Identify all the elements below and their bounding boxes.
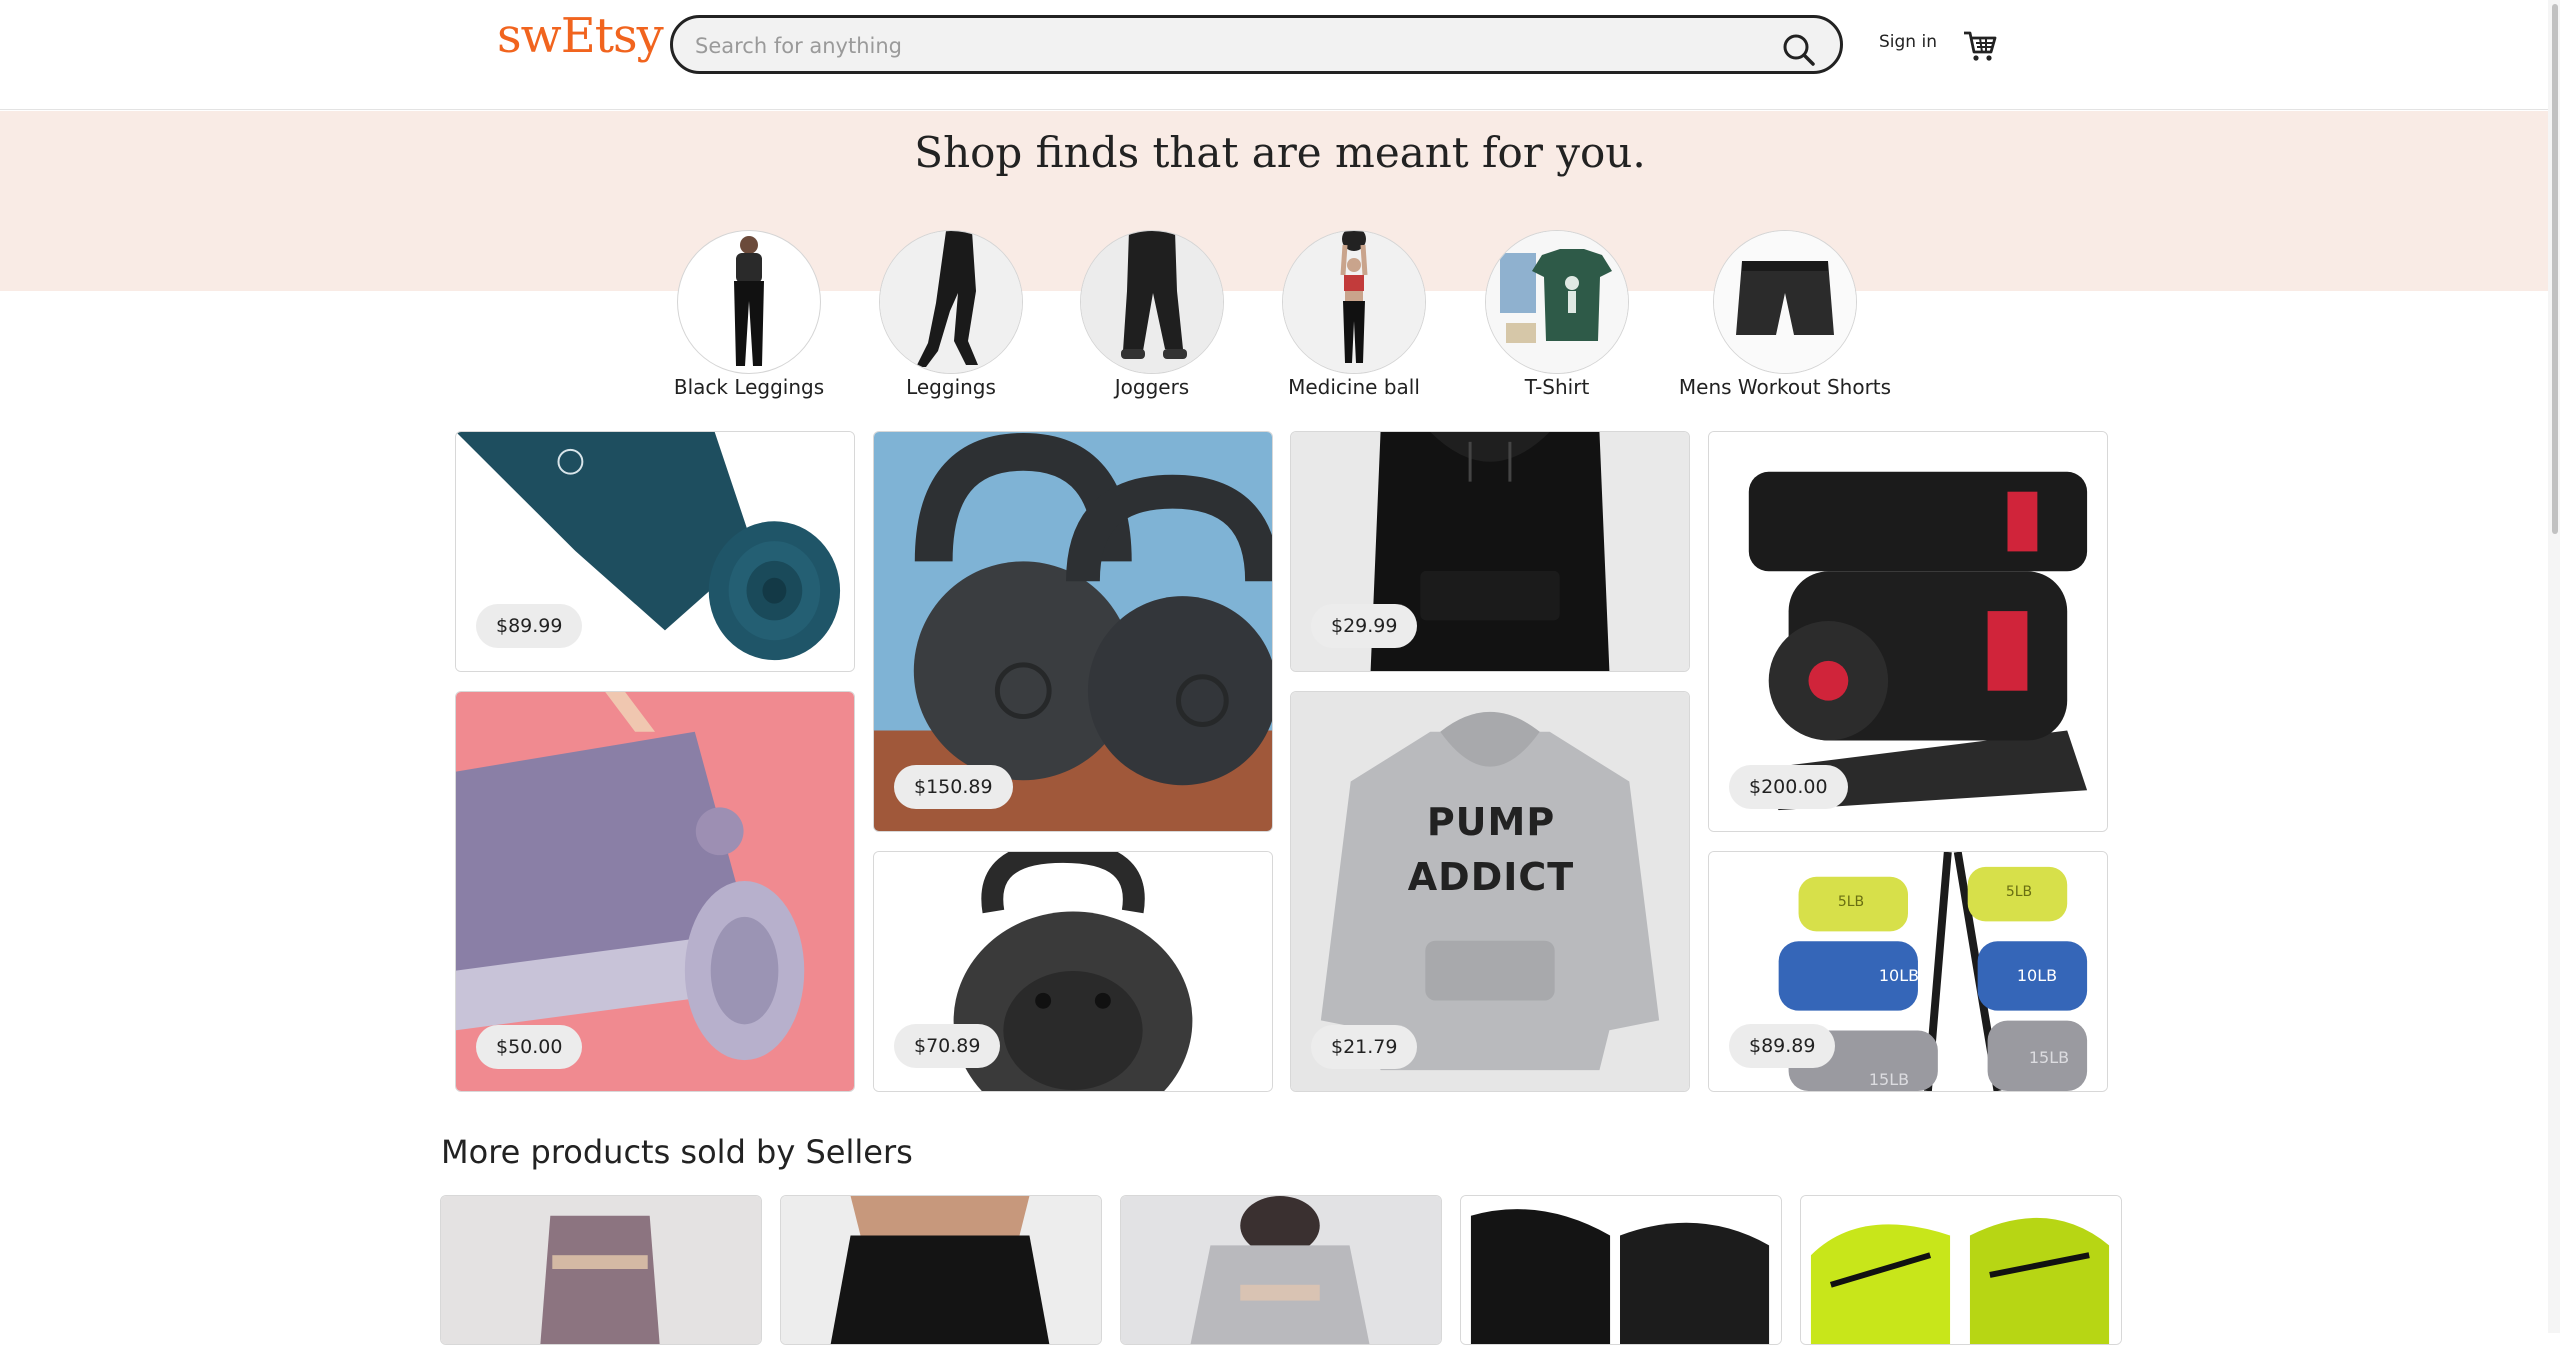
search-bar[interactable] xyxy=(670,15,1843,74)
more-product-tile[interactable] xyxy=(780,1195,1102,1345)
category-image xyxy=(677,230,821,374)
category-image xyxy=(1713,230,1857,374)
search-input[interactable] xyxy=(693,18,1747,73)
product-tile[interactable]: $200.00 xyxy=(1708,431,2108,832)
more-product-tile[interactable] xyxy=(1120,1195,1442,1345)
more-product-tile[interactable] xyxy=(440,1195,762,1345)
cart-icon[interactable] xyxy=(1962,28,1998,64)
category-label: Black Leggings xyxy=(673,375,825,399)
price-tag: $21.79 xyxy=(1311,1025,1418,1069)
weight-label: 15LB xyxy=(2028,1048,2070,1067)
category-label: Mens Workout Shorts xyxy=(1678,375,1892,399)
category-joggers[interactable]: Joggers xyxy=(1042,230,1262,410)
product-tile[interactable]: $89.99 xyxy=(455,431,855,672)
price-tag: $50.00 xyxy=(476,1025,583,1069)
price-tag: $89.89 xyxy=(1729,1024,1836,1068)
weight-label: 15LB xyxy=(1868,1070,1910,1089)
product-image xyxy=(1121,1196,1441,1344)
hero-title: Shop finds that are meant for you. xyxy=(914,128,1646,177)
category-image xyxy=(1485,230,1629,374)
weight-label: 10LB xyxy=(1878,966,1920,985)
category-image xyxy=(1282,230,1426,374)
category-label: T-Shirt xyxy=(1524,375,1590,399)
product-tile[interactable]: $150.89 xyxy=(873,431,1273,832)
site-logo[interactable]: swEtsy xyxy=(497,8,664,64)
hoodie-print-line-2: ADDICT xyxy=(1407,855,1575,899)
category-label: Leggings xyxy=(906,375,996,399)
product-tile[interactable]: $70.89 xyxy=(873,851,1273,1092)
product-tile[interactable]: 5LB 5LB 10LB 10LB 15LB 15LB $89.89 xyxy=(1708,851,2108,1092)
sign-in-link[interactable]: Sign in xyxy=(1879,32,1937,52)
category-black-leggings[interactable]: Black Leggings xyxy=(639,230,859,410)
price-tag: $200.00 xyxy=(1729,765,1848,809)
weight-label: 5LB xyxy=(2005,884,2033,900)
category-medicine-ball[interactable]: Medicine ball xyxy=(1244,230,1464,410)
hoodie-print-line-1: PUMP xyxy=(1426,800,1556,844)
search-icon[interactable] xyxy=(1779,30,1819,70)
product-image xyxy=(781,1196,1101,1344)
price-tag: $150.89 xyxy=(894,765,1013,809)
product-tile[interactable]: $50.00 xyxy=(455,691,855,1092)
category-image xyxy=(879,230,1023,374)
more-products-title: More products sold by Sellers xyxy=(441,1133,913,1171)
price-tag: $29.99 xyxy=(1311,604,1418,648)
more-product-tile[interactable] xyxy=(1460,1195,1782,1345)
weight-label: 5LB xyxy=(1837,894,1865,910)
product-image xyxy=(1801,1196,2121,1344)
more-product-tile[interactable] xyxy=(1800,1195,2122,1345)
price-tag: $89.99 xyxy=(476,604,583,648)
category-mens-workout-shorts[interactable]: Mens Workout Shorts xyxy=(1675,230,1895,410)
weight-label: 10LB xyxy=(2016,966,2058,985)
category-label: Medicine ball xyxy=(1288,375,1420,399)
category-t-shirt[interactable]: T-Shirt xyxy=(1447,230,1667,410)
category-image xyxy=(1080,230,1224,374)
product-image xyxy=(1461,1196,1781,1344)
product-image xyxy=(441,1196,761,1344)
product-tile[interactable]: $29.99 xyxy=(1290,431,1690,672)
price-tag: $70.89 xyxy=(894,1024,1001,1068)
category-leggings[interactable]: Leggings xyxy=(841,230,1061,410)
product-tile[interactable]: PUMP ADDICT $21.79 xyxy=(1290,691,1690,1092)
category-label: Joggers xyxy=(1114,375,1190,399)
scrollbar-thumb[interactable] xyxy=(2552,4,2558,534)
